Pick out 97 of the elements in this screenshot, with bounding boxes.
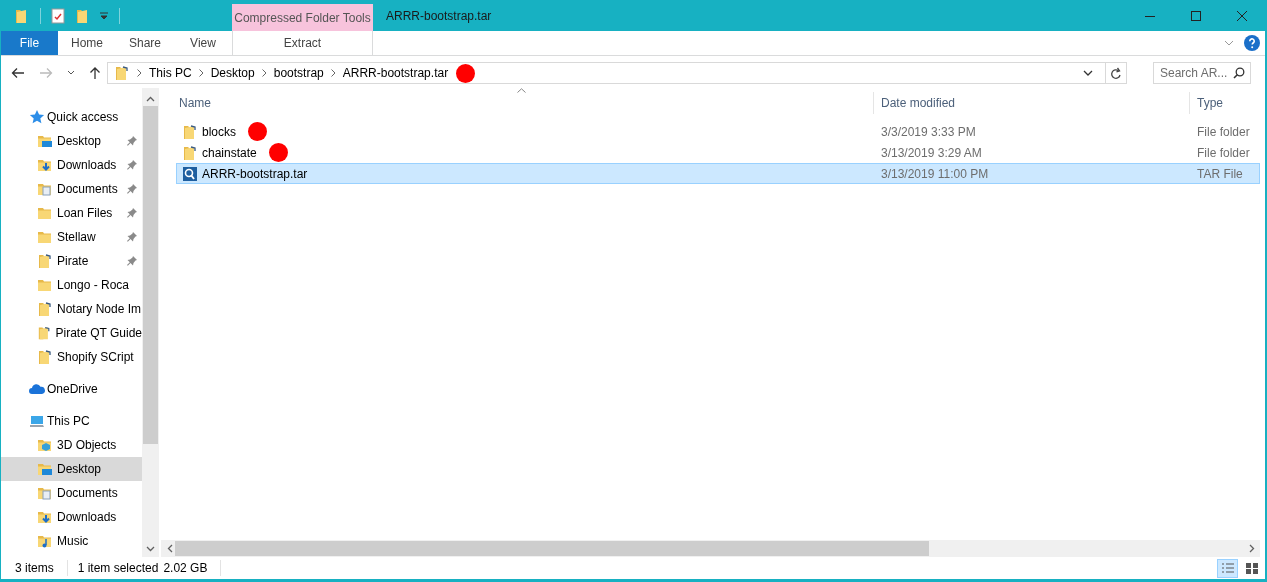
selection-size: 2.02 GB bbox=[163, 561, 208, 575]
scroll-left-icon[interactable] bbox=[167, 544, 173, 553]
navigation-item[interactable]: Loan Files bbox=[1, 201, 142, 225]
folder-shortcut-icon bbox=[37, 301, 53, 317]
music-folder-icon bbox=[37, 533, 53, 549]
view-toggle[interactable] bbox=[1217, 558, 1238, 578]
scrollbar-thumb[interactable] bbox=[143, 106, 158, 444]
navigation-item[interactable]: OneDrive bbox=[1, 377, 142, 401]
navigation-item[interactable]: Quick access bbox=[1, 105, 142, 129]
ribbon-tab[interactable]: Extract bbox=[232, 31, 373, 55]
navigation-item[interactable]: Documents bbox=[1, 481, 142, 505]
navigation-item[interactable]: 3D Objects bbox=[1, 433, 142, 457]
ribbon-tab[interactable]: Share bbox=[116, 31, 174, 55]
file-type: TAR File bbox=[1196, 166, 1244, 181]
address-field[interactable]: This PC Desktop bootstrap ARRR-bootstrap.tar bbox=[107, 62, 1127, 84]
folder-shortcut-icon bbox=[37, 349, 53, 365]
chevron-icon bbox=[198, 69, 204, 77]
folder-icon bbox=[37, 205, 53, 221]
navigation-item[interactable]: Stellaw bbox=[1, 225, 142, 249]
chevron-icon bbox=[137, 69, 142, 77]
back-arrow-icon[interactable] bbox=[11, 67, 25, 79]
desktop-folder-icon bbox=[37, 133, 53, 149]
sort-caret-icon bbox=[517, 88, 526, 93]
help-icon[interactable] bbox=[1244, 35, 1260, 51]
file-name: ARRR-bootstrap.tar bbox=[202, 166, 308, 181]
navigation-item[interactable]: Notary Node Im bbox=[1, 297, 142, 321]
search-field[interactable]: Search AR... bbox=[1153, 62, 1251, 84]
navigation-item[interactable]: Downloads bbox=[1, 153, 142, 177]
navigation-item[interactable]: Pirate bbox=[1, 249, 142, 273]
chevron-icon bbox=[330, 69, 336, 77]
folder-shortcut-icon bbox=[37, 253, 53, 269]
refresh-icon[interactable] bbox=[1110, 66, 1122, 80]
details-view-icon bbox=[1220, 561, 1235, 575]
breadcrumb-item[interactable]: ARRR-bootstrap.tar bbox=[342, 63, 476, 83]
breadcrumb-item[interactable]: Desktop bbox=[210, 66, 255, 80]
navigation-item[interactable]: Pirate QT Guide bbox=[1, 321, 142, 345]
date-modified: 3/13/2019 3:29 AM bbox=[880, 145, 983, 160]
chevron-icon bbox=[261, 69, 267, 77]
desktop-folder-icon bbox=[37, 461, 53, 477]
breadcrumb-item[interactable]: bootstrap bbox=[273, 66, 324, 80]
file-row[interactable]: chainstate 3/13/2019 3:29 AM File folder bbox=[176, 142, 1260, 163]
navigation-item[interactable]: Desktop bbox=[1, 457, 142, 481]
file-name: blocks bbox=[202, 124, 236, 139]
navigation-item[interactable]: Shopify SCript bbox=[1, 345, 142, 369]
cloud-icon bbox=[29, 381, 45, 397]
file-row[interactable]: blocks 3/3/2019 3:33 PM File folder bbox=[176, 121, 1260, 142]
file-type: File folder bbox=[1196, 145, 1251, 160]
folder-icon bbox=[37, 277, 53, 293]
properties-icon[interactable] bbox=[51, 7, 65, 24]
downloads-folder-icon bbox=[37, 157, 53, 173]
file-name: chainstate bbox=[202, 145, 257, 160]
ribbon-tab[interactable]: View bbox=[174, 31, 232, 55]
expand-ribbon-icon[interactable] bbox=[1224, 40, 1234, 46]
folder-shortcut-icon bbox=[114, 65, 130, 81]
scrollbar-thumb[interactable] bbox=[175, 541, 929, 556]
search-icon bbox=[1233, 67, 1245, 79]
window-title: ARRR-bootstrap.tar bbox=[385, 7, 493, 25]
context-tab-group: Compressed Folder Tools bbox=[232, 4, 373, 31]
navigation-item[interactable]: This PC bbox=[1, 409, 142, 433]
file-row[interactable]: ARRR-bootstrap.tar 3/13/2019 11:00 PM TAR File bbox=[176, 163, 1260, 184]
date-modified: 3/3/2019 3:33 PM bbox=[880, 124, 977, 139]
annotation-dot bbox=[456, 63, 476, 83]
ribbon-tab[interactable]: Home bbox=[58, 31, 116, 55]
large-icons-view-icon bbox=[1244, 561, 1259, 575]
scroll-right-icon[interactable] bbox=[1249, 544, 1255, 553]
ribbon-tab[interactable]: File bbox=[1, 31, 58, 55]
recent-locations-icon[interactable] bbox=[67, 70, 75, 76]
close-icon bbox=[1237, 10, 1247, 21]
navigation-item[interactable]: Desktop bbox=[1, 129, 142, 153]
navigation-item[interactable]: Downloads bbox=[1, 505, 142, 529]
scroll-up-icon[interactable] bbox=[146, 96, 155, 102]
documents-folder-icon bbox=[37, 485, 53, 501]
navigation-item[interactable]: Documents bbox=[1, 177, 142, 201]
scroll-down-icon[interactable] bbox=[146, 546, 155, 552]
folder-shortcut-icon bbox=[182, 123, 198, 140]
maximize-icon bbox=[1191, 10, 1201, 21]
star-icon bbox=[29, 109, 45, 125]
documents-folder-icon bbox=[37, 181, 53, 197]
3d-objects-folder-icon bbox=[37, 437, 53, 453]
dropdown-icon[interactable] bbox=[1083, 70, 1093, 76]
selection-count: 1 item selected bbox=[77, 561, 159, 575]
date-modified: 3/13/2019 11:00 PM bbox=[880, 166, 990, 181]
folder-shortcut-icon bbox=[182, 144, 198, 161]
breadcrumb-item[interactable]: This PC bbox=[149, 66, 192, 80]
downloads-folder-icon bbox=[37, 509, 53, 525]
folder-icon bbox=[37, 229, 53, 245]
computer-icon bbox=[29, 413, 45, 429]
navigation-item[interactable]: Longo - Roca bbox=[1, 273, 142, 297]
item-count: 3 items bbox=[15, 561, 54, 575]
column-header[interactable]: Name bbox=[161, 92, 874, 114]
folder-shortcut-icon bbox=[37, 325, 52, 341]
column-header[interactable]: Date modified bbox=[874, 92, 1190, 114]
column-header[interactable]: Type bbox=[1190, 92, 1265, 114]
archive-file-icon bbox=[182, 165, 198, 182]
up-arrow-icon[interactable] bbox=[89, 66, 101, 80]
navigation-item[interactable]: Music bbox=[1, 529, 142, 553]
file-type: File folder bbox=[1196, 124, 1251, 139]
